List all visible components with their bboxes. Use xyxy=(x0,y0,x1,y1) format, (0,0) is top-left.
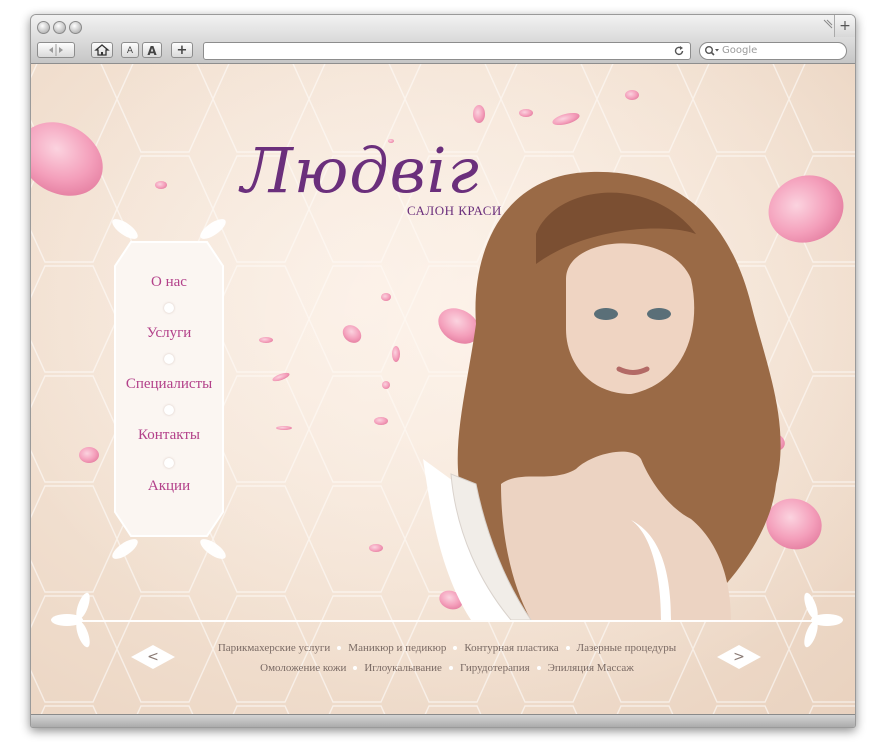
close-window-button[interactable] xyxy=(37,21,50,34)
home-icon xyxy=(94,44,110,56)
menu-item-specialists[interactable]: Специалисты xyxy=(115,376,223,393)
site-logo[interactable]: Людвіг xyxy=(241,134,480,207)
footer-link[interactable]: Парикмахерские услуги xyxy=(218,642,330,654)
petal-icon xyxy=(519,109,533,117)
footer-divider xyxy=(79,620,817,622)
forward-arrow-icon[interactable] xyxy=(59,47,63,53)
next-button[interactable]: > xyxy=(717,644,761,670)
footer-link[interactable]: Иглоукалывание xyxy=(364,662,442,674)
prev-button[interactable]: < xyxy=(131,644,175,670)
petal-icon xyxy=(79,447,99,463)
back-arrow-icon[interactable] xyxy=(49,47,53,53)
petal-icon xyxy=(625,90,639,100)
zoom-window-button[interactable] xyxy=(69,21,82,34)
petal-icon xyxy=(155,181,167,189)
petal-icon xyxy=(369,544,383,552)
reload-icon[interactable] xyxy=(673,45,685,57)
minimize-window-button[interactable] xyxy=(53,21,66,34)
home-button[interactable] xyxy=(91,42,113,58)
search-placeholder: Google xyxy=(722,45,758,56)
menu-item-promotions[interactable]: Акции xyxy=(115,478,223,495)
petal-icon xyxy=(382,381,390,389)
petal-icon xyxy=(392,346,400,362)
footer-separator-dot xyxy=(565,646,570,651)
footer-link[interactable]: Контурная пластика xyxy=(464,642,558,654)
footer-separator-dot xyxy=(453,646,458,651)
petal-icon xyxy=(276,426,292,430)
menu-divider-dot xyxy=(164,303,174,313)
resize-grip-icon[interactable] xyxy=(823,19,833,29)
menu-divider-dot xyxy=(164,458,174,468)
url-field[interactable] xyxy=(203,42,691,60)
menu-divider-dot xyxy=(164,354,174,364)
menu-divider-dot xyxy=(164,405,174,415)
title-bar: + xyxy=(31,15,855,39)
petal-icon xyxy=(374,417,388,425)
footer-link[interactable]: Маникюр и педикюр xyxy=(348,642,446,654)
footer-link[interactable]: Омоложение кожи xyxy=(260,662,346,674)
status-bar xyxy=(31,714,855,727)
menu-item-contacts[interactable]: Контакты xyxy=(115,427,223,444)
footer-links-row-2: Омоложение кожи Иглоукалывание Гирудотерап… xyxy=(171,662,723,674)
footer-link[interactable]: Гирудотерапия xyxy=(460,662,530,674)
browser-toolbar: A A + Google xyxy=(31,39,855,64)
search-field[interactable]: Google xyxy=(699,42,847,60)
footer-link[interactable]: Лазерные процедуры xyxy=(577,642,676,654)
footer-separator-dot xyxy=(353,666,358,671)
browser-window: + A A + Google Людвіг САЛОН КРАСИ О нас … xyxy=(30,14,856,728)
chevron-left-icon: < xyxy=(147,649,159,665)
footer-separator-dot xyxy=(337,646,342,651)
text-larger-button[interactable]: A xyxy=(142,42,162,58)
menu-item-about[interactable]: О нас xyxy=(115,274,223,291)
new-tab-button[interactable]: + xyxy=(834,15,855,37)
footer-separator-dot xyxy=(448,666,453,671)
text-smaller-button[interactable]: A xyxy=(121,42,139,58)
footer-separator-dot xyxy=(536,666,541,671)
petal-icon xyxy=(381,293,391,301)
footer-link[interactable]: Эпиляция Массаж xyxy=(548,662,634,674)
menu-item-services[interactable]: Услуги xyxy=(115,325,223,342)
add-bookmark-button[interactable]: + xyxy=(171,42,193,58)
chevron-right-icon: > xyxy=(733,649,745,665)
search-icon xyxy=(705,46,719,56)
back-forward-group xyxy=(37,42,75,58)
petal-icon xyxy=(259,337,273,343)
site-subtitle: САЛОН КРАСИ xyxy=(407,203,502,218)
petal-icon xyxy=(473,105,485,123)
footer-links-row-1: Парикмахерские услуги Маникюр и педикюр Ко… xyxy=(171,642,723,654)
page-content: Людвіг САЛОН КРАСИ О нас Услуги Специали… xyxy=(31,64,855,714)
